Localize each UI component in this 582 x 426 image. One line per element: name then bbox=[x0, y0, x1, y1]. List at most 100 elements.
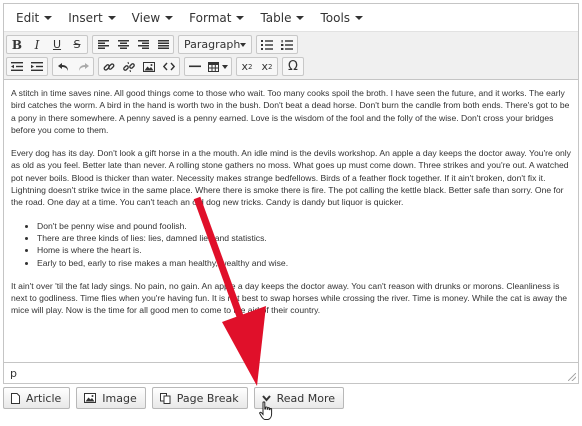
text-style-group: B I U S bbox=[6, 35, 88, 54]
numbered-list-button[interactable] bbox=[277, 36, 297, 53]
menu-table-label: Table bbox=[260, 10, 292, 25]
format-select-value: Paragraph bbox=[184, 38, 241, 51]
numbered-list-icon bbox=[281, 39, 293, 50]
editor-buttons-bar: Article Image Page Break Read More bbox=[3, 387, 350, 409]
bullet-list: Don't be penny wise and pound foolish. T… bbox=[37, 220, 571, 269]
chevron-down-icon bbox=[355, 15, 364, 20]
unlink-icon bbox=[123, 61, 135, 72]
chevron-down-icon bbox=[222, 64, 228, 69]
menu-format-label: Format bbox=[189, 10, 232, 25]
read-more-button-label: Read More bbox=[276, 391, 335, 405]
chevron-down-icon bbox=[165, 15, 174, 20]
menu-table[interactable]: Table bbox=[252, 5, 312, 31]
align-justify-button[interactable] bbox=[153, 36, 173, 53]
toolbar-row-2: x2 x2 Ω bbox=[6, 56, 576, 77]
editor-content[interactable]: A stitch in time saves nine. All good th… bbox=[4, 80, 578, 365]
subscript-button[interactable]: x2 bbox=[237, 58, 257, 75]
page-break-button[interactable]: Page Break bbox=[151, 387, 248, 409]
align-right-icon bbox=[137, 40, 149, 49]
menu-tools[interactable]: Tools bbox=[312, 5, 371, 31]
list-item: Don't be penny wise and pound foolish. bbox=[37, 220, 571, 232]
code-icon bbox=[163, 62, 175, 71]
underline-button[interactable]: U bbox=[47, 36, 67, 53]
article-button-label: Article bbox=[26, 391, 62, 405]
picture-icon bbox=[84, 393, 97, 403]
subscript-digit: 2 bbox=[248, 62, 253, 71]
indent-icon bbox=[31, 62, 43, 71]
menu-format[interactable]: Format bbox=[181, 5, 252, 31]
menu-tools-label: Tools bbox=[320, 10, 351, 25]
undo-button[interactable] bbox=[53, 58, 73, 75]
alignment-group bbox=[92, 35, 174, 54]
toolbar: B I U S Paragraph x 2 x 2 Ω bbox=[4, 32, 578, 80]
chevron-down-icon bbox=[107, 15, 116, 20]
image-insert-button[interactable]: Image bbox=[76, 387, 146, 409]
italic-button[interactable]: I bbox=[27, 36, 47, 53]
paragraph-3: It ain't over 'til the fat lady sings. N… bbox=[11, 280, 568, 316]
article-button[interactable]: Article bbox=[3, 387, 71, 409]
table-icon bbox=[208, 61, 219, 72]
image-icon bbox=[143, 61, 155, 72]
article-icon bbox=[11, 392, 20, 404]
chevron-down-icon bbox=[44, 15, 53, 20]
strikethrough-button[interactable]: S bbox=[67, 36, 87, 53]
align-right-button[interactable] bbox=[133, 36, 153, 53]
menu-edit-label: Edit bbox=[16, 10, 40, 25]
element-path[interactable]: p bbox=[10, 367, 17, 380]
script-group: x2 x2 bbox=[236, 57, 278, 76]
paragraph-2: Every dog has its day. Don't look a gift… bbox=[11, 148, 571, 208]
align-center-icon bbox=[117, 40, 129, 49]
undo-icon bbox=[57, 62, 68, 71]
menu-insert-label: Insert bbox=[68, 10, 103, 25]
indent-group bbox=[6, 57, 48, 76]
status-bar: p bbox=[4, 362, 578, 383]
list-group bbox=[256, 35, 298, 54]
link-icon bbox=[103, 62, 115, 71]
history-group bbox=[52, 57, 94, 76]
superscript-digit: 2 bbox=[268, 62, 273, 71]
special-character-button[interactable]: Ω bbox=[283, 58, 303, 75]
menu-view-label: View bbox=[131, 10, 161, 25]
chevron-down-icon bbox=[236, 15, 245, 20]
menu-edit[interactable]: Edit bbox=[8, 5, 60, 31]
superscript-button[interactable]: x2 bbox=[257, 58, 277, 75]
chevron-down-icon bbox=[296, 15, 305, 20]
paragraph-1: A stitch in time saves nine. All good th… bbox=[11, 88, 570, 135]
copy-icon bbox=[159, 392, 171, 404]
code-button[interactable] bbox=[159, 58, 179, 75]
special-char-group: Ω bbox=[282, 57, 304, 76]
indent-button[interactable] bbox=[27, 58, 47, 75]
image-button-label: Image bbox=[102, 391, 137, 405]
align-justify-icon bbox=[157, 40, 169, 49]
menu-bar: Edit Insert View Format Table Tools bbox=[4, 4, 578, 32]
menu-view[interactable]: View bbox=[124, 5, 181, 31]
bold-button[interactable]: B bbox=[7, 36, 27, 53]
list-item: Home is where the heart is. bbox=[37, 244, 571, 256]
menu-insert[interactable]: Insert bbox=[60, 5, 123, 31]
table-button[interactable] bbox=[205, 58, 231, 75]
format-select[interactable]: Paragraph bbox=[179, 36, 251, 53]
align-left-button[interactable] bbox=[93, 36, 113, 53]
link-button[interactable] bbox=[99, 58, 119, 75]
hand-pointer-icon bbox=[259, 401, 273, 420]
toolbar-row-1: B I U S Paragraph bbox=[6, 34, 576, 55]
align-center-button[interactable] bbox=[113, 36, 133, 53]
outdent-button[interactable] bbox=[7, 58, 27, 75]
structure-group bbox=[184, 57, 232, 76]
bullet-list-button[interactable] bbox=[257, 36, 277, 53]
insert-group bbox=[98, 57, 180, 76]
rich-text-editor: Edit Insert View Format Table Tools B I … bbox=[3, 3, 579, 384]
image-button[interactable] bbox=[139, 58, 159, 75]
chevron-down-icon bbox=[240, 42, 247, 47]
redo-button[interactable] bbox=[73, 58, 93, 75]
horizontal-line-icon bbox=[189, 65, 201, 68]
outdent-icon bbox=[11, 62, 23, 71]
resize-handle-icon[interactable] bbox=[568, 373, 576, 381]
align-left-icon bbox=[97, 40, 109, 49]
list-item: Early to bed, early to rise makes a man … bbox=[37, 257, 571, 269]
redo-icon bbox=[78, 62, 89, 71]
horizontal-line-button[interactable] bbox=[185, 58, 205, 75]
page-break-button-label: Page Break bbox=[176, 391, 239, 405]
format-select-group: Paragraph bbox=[178, 35, 252, 54]
unlink-button[interactable] bbox=[119, 58, 139, 75]
